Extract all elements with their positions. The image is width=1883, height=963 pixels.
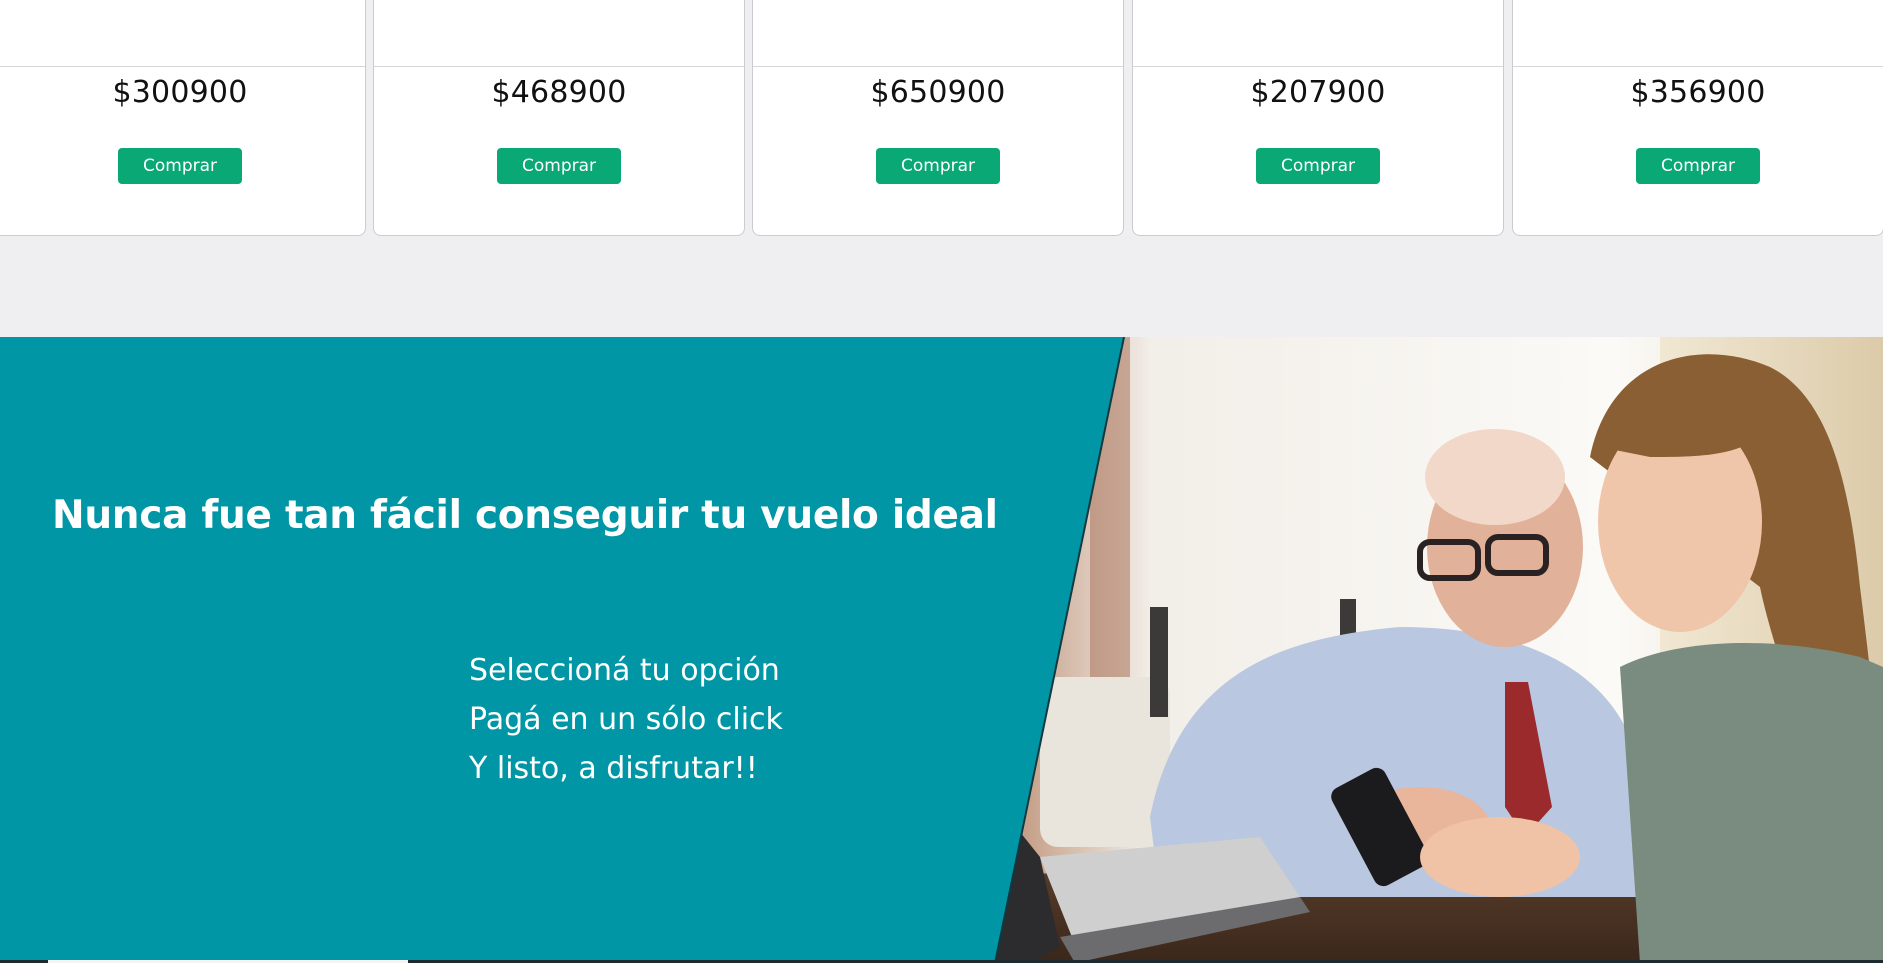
product-price: $650900: [870, 75, 1006, 110]
product-image: [1513, 0, 1883, 67]
buy-button[interactable]: Comprar: [118, 148, 242, 184]
product-image: [753, 0, 1123, 67]
product-image: [1133, 0, 1503, 67]
product-card: $300900 Comprar: [0, 0, 366, 236]
product-image: [374, 0, 744, 67]
product-cards-section: $300900 Comprar $468900 Comprar $650900 …: [0, 0, 1883, 337]
product-card: $207900 Comprar: [1132, 0, 1504, 236]
product-image: [0, 0, 365, 67]
hero-banner: Nunca fue tan fácil conseguir tu vuelo i…: [0, 337, 1883, 963]
hero-steps-list: Seleccioná tu opción Pagá en un sólo cli…: [469, 646, 783, 793]
product-card: $468900 Comprar: [373, 0, 745, 236]
hero-step: Y listo, a disfrutar!!: [469, 751, 758, 786]
product-price: $356900: [1630, 75, 1766, 110]
product-card: $356900 Comprar: [1512, 0, 1883, 236]
hero-title: Nunca fue tan fácil conseguir tu vuelo i…: [52, 493, 998, 538]
buy-button[interactable]: Comprar: [1636, 148, 1760, 184]
product-price: $468900: [491, 75, 627, 110]
hero-step: Pagá en un sólo click: [469, 702, 783, 737]
product-price: $300900: [112, 75, 248, 110]
product-card: $650900 Comprar: [752, 0, 1124, 236]
buy-button[interactable]: Comprar: [876, 148, 1000, 184]
buy-button[interactable]: Comprar: [1256, 148, 1380, 184]
hero-step: Seleccioná tu opción: [469, 653, 780, 688]
product-price: $207900: [1250, 75, 1386, 110]
buy-button[interactable]: Comprar: [497, 148, 621, 184]
